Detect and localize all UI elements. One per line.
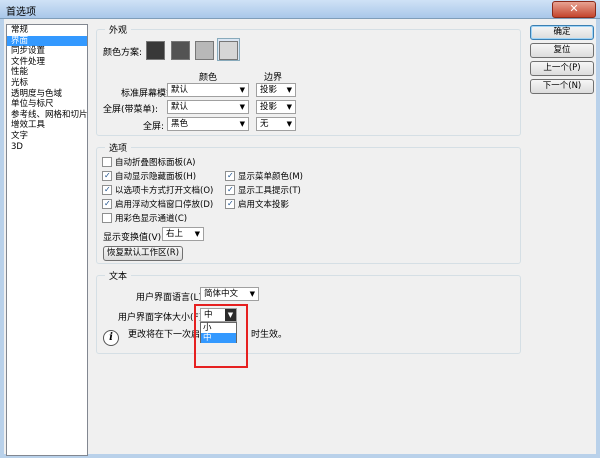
chevron-down-icon: ▼	[239, 86, 245, 94]
fullscreen-color-select[interactable]: 黑色 ▼	[167, 117, 249, 131]
checkbox-box	[225, 185, 235, 195]
options-legend: 选项	[105, 141, 132, 154]
sidebar-item[interactable]: 3D	[7, 142, 87, 153]
checkbox-box	[102, 199, 112, 209]
checkbox-box	[102, 157, 112, 167]
ok-button[interactable]: 确定	[530, 25, 594, 40]
ui-language-select[interactable]: 简体中文 ▼	[200, 287, 259, 301]
ui-language-label: 用户界面语言(L):	[136, 293, 206, 303]
color-channels-checkbox[interactable]: 用彩色显示通道(C)	[102, 212, 187, 224]
fullscreen-menu-label: 全屏(带菜单):	[103, 105, 159, 115]
color-scheme-swatch-4[interactable]	[219, 41, 238, 60]
color-scheme-swatch-3[interactable]	[195, 41, 214, 60]
fullscreen-border-select[interactable]: 无 ▼	[256, 117, 296, 131]
auto-collapse-icon-panels-checkbox[interactable]: 自动折叠图标面板(A)	[102, 156, 195, 168]
col-color-header: 颜色	[199, 73, 218, 83]
window-title: 首选项	[6, 7, 36, 18]
chevron-down-icon: ▼	[239, 120, 245, 128]
sidebar-item[interactable]: 透明度与色域	[7, 89, 87, 100]
chevron-down-icon: ▼	[286, 103, 292, 111]
fullscreen-label: 全屏:	[143, 122, 165, 132]
show-menu-colors-checkbox[interactable]: 显示菜单颜色(M)	[225, 170, 303, 182]
chevron-down-icon: ▼	[286, 120, 292, 128]
transform-values-select[interactable]: 右上 ▼	[162, 227, 204, 241]
text-legend: 文本	[105, 269, 132, 282]
reset-button[interactable]: 复位	[530, 43, 594, 58]
floating-window-docking-checkbox[interactable]: 启用浮动文档窗口停放(D)	[102, 198, 213, 210]
next-button[interactable]: 下一个(N)	[530, 79, 594, 94]
ui-font-size-label: 用户界面字体大小(F):	[118, 313, 206, 323]
close-button[interactable]: ✕	[552, 1, 596, 18]
sidebar-item[interactable]: 增效工具	[7, 120, 87, 131]
chevron-down-icon: ▼	[194, 230, 200, 238]
color-scheme-swatch-1[interactable]	[146, 41, 165, 60]
checkbox-box	[102, 185, 112, 195]
show-tooltips-checkbox[interactable]: 显示工具提示(T)	[225, 184, 301, 196]
standard-screen-color-select[interactable]: 默认 ▼	[167, 83, 249, 97]
open-docs-as-tabs-checkbox[interactable]: 以选项卡方式打开文档(O)	[102, 184, 213, 196]
chevron-down-icon: ▼	[239, 103, 245, 111]
text-drop-shadow-checkbox[interactable]: 启用文本投影	[225, 198, 289, 210]
fullscreen-menu-border-select[interactable]: 投影 ▼	[256, 100, 296, 114]
restart-note-start: 更改将在下一次启	[128, 330, 201, 340]
color-scheme-label: 颜色方案:	[103, 48, 143, 58]
checkbox-box	[102, 213, 112, 223]
standard-screen-border-select[interactable]: 投影 ▼	[256, 83, 296, 97]
sidebar-item[interactable]: 文字	[7, 131, 87, 142]
annotation-highlight-box	[194, 304, 248, 368]
sidebar-item[interactable]: 界面	[7, 35, 87, 47]
fullscreen-menu-color-select[interactable]: 默认 ▼	[167, 100, 249, 114]
sidebar-item[interactable]: 性能	[7, 67, 87, 78]
checkbox-box	[225, 199, 235, 209]
restart-note-end: 时生效。	[251, 330, 288, 340]
auto-show-hidden-panels-checkbox[interactable]: 自动显示隐藏面板(H)	[102, 170, 196, 182]
previous-button[interactable]: 上一个(P)	[530, 61, 594, 76]
chevron-down-icon: ▼	[286, 86, 292, 94]
info-icon: i	[103, 330, 119, 346]
category-list[interactable]: 常规 界面 同步设置 文件处理 性能 光标 透明度与色域 单位与标尺 参考线、网格和切片 增效工具…	[6, 24, 88, 456]
sidebar-item[interactable]: 同步设置	[7, 46, 87, 57]
title-bar: 首选项 ✕	[0, 0, 600, 19]
col-border-header: 边界	[264, 73, 283, 83]
color-scheme-swatch-2[interactable]	[171, 41, 190, 60]
chevron-down-icon: ▼	[249, 290, 255, 298]
restore-default-workspaces-button[interactable]: 恢复默认工作区(R)	[103, 246, 183, 261]
sidebar-item[interactable]: 单位与标尺	[7, 99, 87, 110]
close-icon: ✕	[569, 2, 579, 15]
checkbox-box	[102, 171, 112, 181]
sidebar-item[interactable]: 参考线、网格和切片	[7, 110, 88, 121]
sidebar-item[interactable]: 文件处理	[7, 57, 87, 68]
checkbox-box	[225, 171, 235, 181]
sidebar-item[interactable]: 常规	[7, 25, 87, 36]
appearance-legend: 外观	[105, 23, 132, 36]
transform-values-label: 显示变换值(V):	[103, 233, 165, 243]
sidebar-item[interactable]: 光标	[7, 78, 87, 89]
